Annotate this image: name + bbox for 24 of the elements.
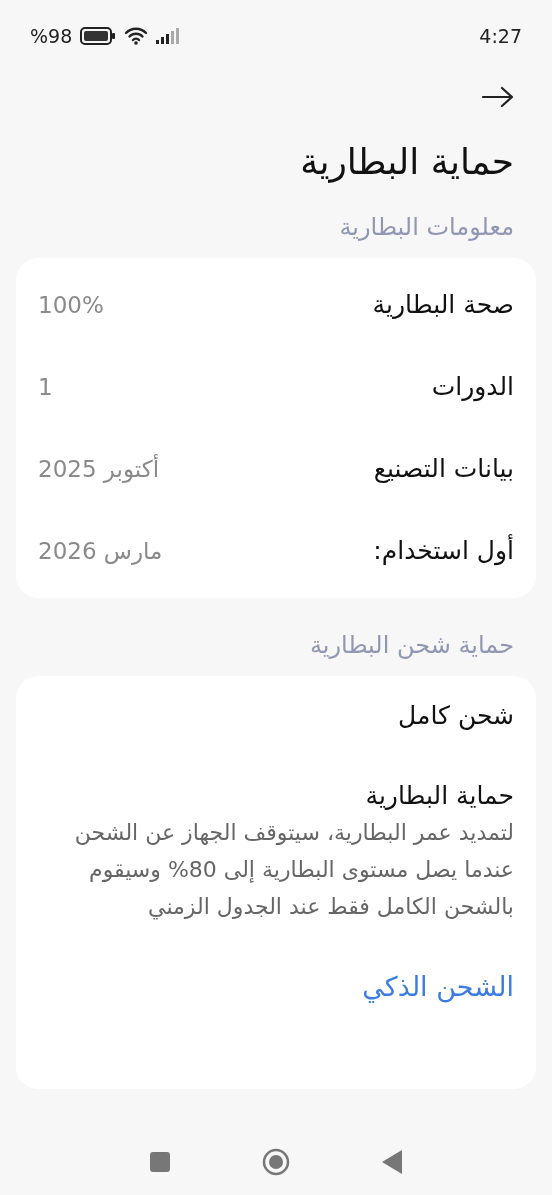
option-link[interactable]: الشحن الذكي [38, 969, 514, 1005]
setting-value: 100% [38, 290, 104, 320]
battery-icon [80, 27, 117, 45]
clock-time: 4:27 [479, 23, 522, 49]
setting-label: بيانات التصنيع [373, 453, 514, 486]
battery-percent: %98 [30, 23, 73, 49]
setting-label: أول استخدام: [373, 533, 514, 568]
option-title[interactable]: شحن كامل [38, 698, 514, 734]
setting-value: 1 [38, 372, 53, 402]
wifi-icon [124, 27, 149, 45]
recent-apps-icon[interactable] [150, 1151, 170, 1172]
section-header: حماية شحن البطارية [308, 630, 515, 661]
setting-label: الدورات [431, 371, 514, 404]
setting-value: أكتوبر 2025 [38, 453, 160, 485]
page-title: حماية البطارية [299, 140, 515, 185]
setting-label: صحة البطارية [372, 289, 514, 322]
home-icon[interactable] [262, 1147, 290, 1176]
setting-value: مارس 2026 [38, 536, 163, 567]
section-header: معلومات البطارية [338, 212, 515, 243]
back-arrow-icon[interactable] [482, 86, 514, 108]
option-title[interactable]: حماية البطارية [38, 778, 514, 814]
signal-icon [156, 28, 181, 44]
back-icon[interactable] [382, 1149, 402, 1174]
option-description: لتمديد عمر البطارية، سيتوقف الجهاز عن الشحن عندما يصل مستوى البطارية إلى 80% وسيقوم بالشحن الكامل فقط عند الجدول الزمني [74, 819, 514, 922]
